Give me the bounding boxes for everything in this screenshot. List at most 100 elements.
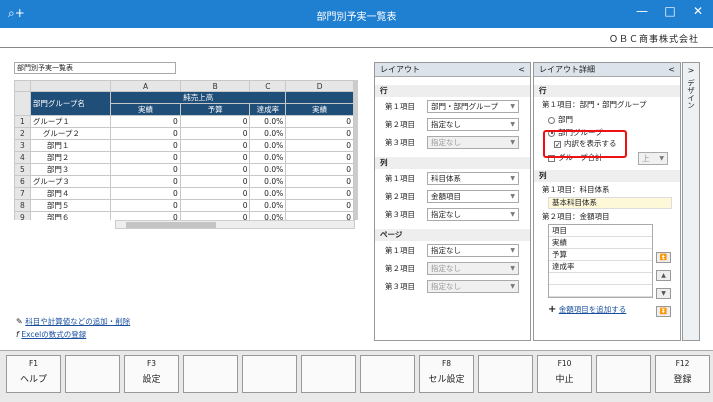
value-cell[interactable]: 0 (285, 175, 354, 188)
column-header[interactable]: C (249, 80, 287, 92)
column-header[interactable]: B (179, 80, 251, 92)
value-cell[interactable]: 0 (110, 187, 181, 200)
table-row[interactable]: 1 グループ１ 0 0 0.0% 0 (14, 115, 354, 128)
value-cell[interactable]: 0.0% (249, 199, 287, 212)
add-items-link[interactable]: 科目や計算値などの追加・削除 (25, 317, 130, 326)
maximize-button[interactable]: □ (660, 4, 680, 18)
value-cell[interactable]: 0.0% (249, 127, 287, 140)
group-name-cell[interactable]: グループ１ (29, 115, 112, 128)
value-cell[interactable]: 0 (285, 151, 354, 164)
row-header[interactable] (14, 91, 31, 116)
row-number[interactable]: 9 (14, 211, 31, 220)
list-item[interactable] (549, 273, 652, 285)
position-select[interactable]: 上 ▼ (638, 152, 668, 165)
function-key-7[interactable] (360, 355, 415, 393)
value-cell[interactable]: 0 (285, 163, 354, 176)
row-number[interactable]: 7 (14, 187, 31, 200)
list-item[interactable]: 達成率 (549, 261, 652, 273)
excel-link-row[interactable]: f Excelの数式の登録 (16, 329, 86, 340)
row-number[interactable]: 3 (14, 139, 31, 152)
table-row[interactable]: 8 部門５ 0 0 0.0% 0 (14, 199, 354, 212)
function-key-3[interactable]: F3 設定 (124, 355, 179, 393)
function-key-11[interactable] (596, 355, 651, 393)
value-cell[interactable]: 0 (110, 127, 181, 140)
value-cell[interactable]: 0 (110, 199, 181, 212)
add-items-link-row[interactable]: ✎ 科目や計算値などの追加・削除 (16, 316, 130, 327)
radio-icon[interactable] (548, 116, 555, 124)
col-item1-value[interactable]: 基本科目体系 (548, 197, 672, 209)
column-select[interactable]: 科目体系 ▼ (427, 171, 519, 185)
function-key-12[interactable]: F12 登録 (655, 355, 710, 393)
value-cell[interactable]: 0.0% (249, 139, 287, 152)
function-key-10[interactable]: F10 中止 (537, 355, 592, 393)
value-cell[interactable]: 0 (110, 139, 181, 152)
design-side-tab[interactable]: > デザイン (682, 62, 700, 341)
row-select[interactable]: 指定なし ▼ (427, 117, 519, 131)
value-cell[interactable]: 0 (179, 115, 251, 128)
excel-formula-link[interactable]: Excelの数式の登録 (21, 330, 86, 339)
value-cell[interactable]: 0 (110, 151, 181, 164)
group-name-cell[interactable]: グループ３ (29, 175, 112, 188)
value-cell[interactable]: 0 (179, 139, 251, 152)
row-number[interactable]: 2 (14, 127, 31, 140)
group-name-cell[interactable]: 部門３ (29, 163, 112, 176)
page-select[interactable]: 指定なし ▼ (427, 261, 519, 275)
add-amount-link[interactable]: 金額項目を追加する (559, 305, 627, 314)
column-header[interactable]: D (285, 80, 354, 92)
value-cell[interactable]: 0.0% (249, 175, 287, 188)
value-cell[interactable]: 0 (179, 163, 251, 176)
horizontal-scrollbar[interactable] (115, 220, 355, 229)
page-select[interactable]: 指定なし ▼ (427, 279, 519, 293)
spreadsheet[interactable]: A B C D 部門グループ名 純売上高 実績 予算 達成率 実績 1 グループ１… (14, 80, 354, 220)
row-number[interactable]: 8 (14, 199, 31, 212)
value-cell[interactable]: 0 (179, 127, 251, 140)
function-key-8[interactable]: F8 セル設定 (419, 355, 474, 393)
value-cell[interactable]: 0 (285, 211, 354, 220)
group-name-cell[interactable]: 部門２ (29, 151, 112, 164)
close-button[interactable]: ✕ (688, 4, 708, 18)
value-cell[interactable]: 0 (110, 163, 181, 176)
value-cell[interactable]: 0 (179, 199, 251, 212)
radio-dept[interactable]: 部門 (534, 112, 680, 127)
table-row[interactable]: 7 部門４ 0 0 0.0% 0 (14, 187, 354, 200)
column-header[interactable]: A (110, 80, 181, 92)
table-row[interactable]: 4 部門２ 0 0 0.0% 0 (14, 151, 354, 164)
column-select[interactable]: 金額項目 ▼ (427, 189, 519, 203)
row-select[interactable]: 指定なし ▼ (427, 135, 519, 149)
value-cell[interactable]: 0.0% (249, 163, 287, 176)
scroll-thumb[interactable] (126, 222, 216, 228)
list-item[interactable]: 項目 (549, 225, 652, 237)
value-cell[interactable]: 0 (285, 139, 354, 152)
table-row[interactable]: 6 グループ３ 0 0 0.0% 0 (14, 175, 354, 188)
column-select[interactable]: 指定なし ▼ (427, 207, 519, 221)
function-key-9[interactable] (478, 355, 533, 393)
value-cell[interactable]: 0 (110, 115, 181, 128)
value-cell[interactable]: 0 (179, 211, 251, 220)
group-name-cell[interactable]: 部門４ (29, 187, 112, 200)
group-name-cell[interactable]: 部門１ (29, 139, 112, 152)
collapse-icon[interactable]: < (668, 63, 675, 77)
vertical-scrollbar[interactable] (354, 80, 358, 220)
value-cell[interactable]: 0 (179, 151, 251, 164)
row-number[interactable]: 5 (14, 163, 31, 176)
function-key-6[interactable] (301, 355, 356, 393)
function-key-2[interactable] (65, 355, 120, 393)
group-name-cell[interactable]: グループ２ (29, 127, 112, 140)
move-up-icon[interactable]: ▲ (656, 270, 671, 281)
move-bottom-icon[interactable]: ⏬ (656, 306, 671, 317)
column-header[interactable] (29, 80, 112, 92)
move-top-icon[interactable]: ⏫ (656, 252, 671, 263)
list-item[interactable] (549, 285, 652, 297)
group-name-cell[interactable]: 部門６ (29, 211, 112, 220)
value-cell[interactable]: 0.0% (249, 151, 287, 164)
table-row[interactable]: 3 部門１ 0 0 0.0% 0 (14, 139, 354, 152)
value-cell[interactable]: 0 (110, 211, 181, 220)
value-cell[interactable]: 0 (285, 127, 354, 140)
value-cell[interactable]: 0 (285, 187, 354, 200)
row-select[interactable]: 部門・部門グループ ▼ (427, 99, 519, 113)
collapse-icon[interactable]: < (518, 63, 525, 77)
value-cell[interactable]: 0.0% (249, 115, 287, 128)
function-key-1[interactable]: F1 ヘルプ (6, 355, 61, 393)
function-key-5[interactable] (242, 355, 297, 393)
corner-cell[interactable] (14, 80, 31, 92)
